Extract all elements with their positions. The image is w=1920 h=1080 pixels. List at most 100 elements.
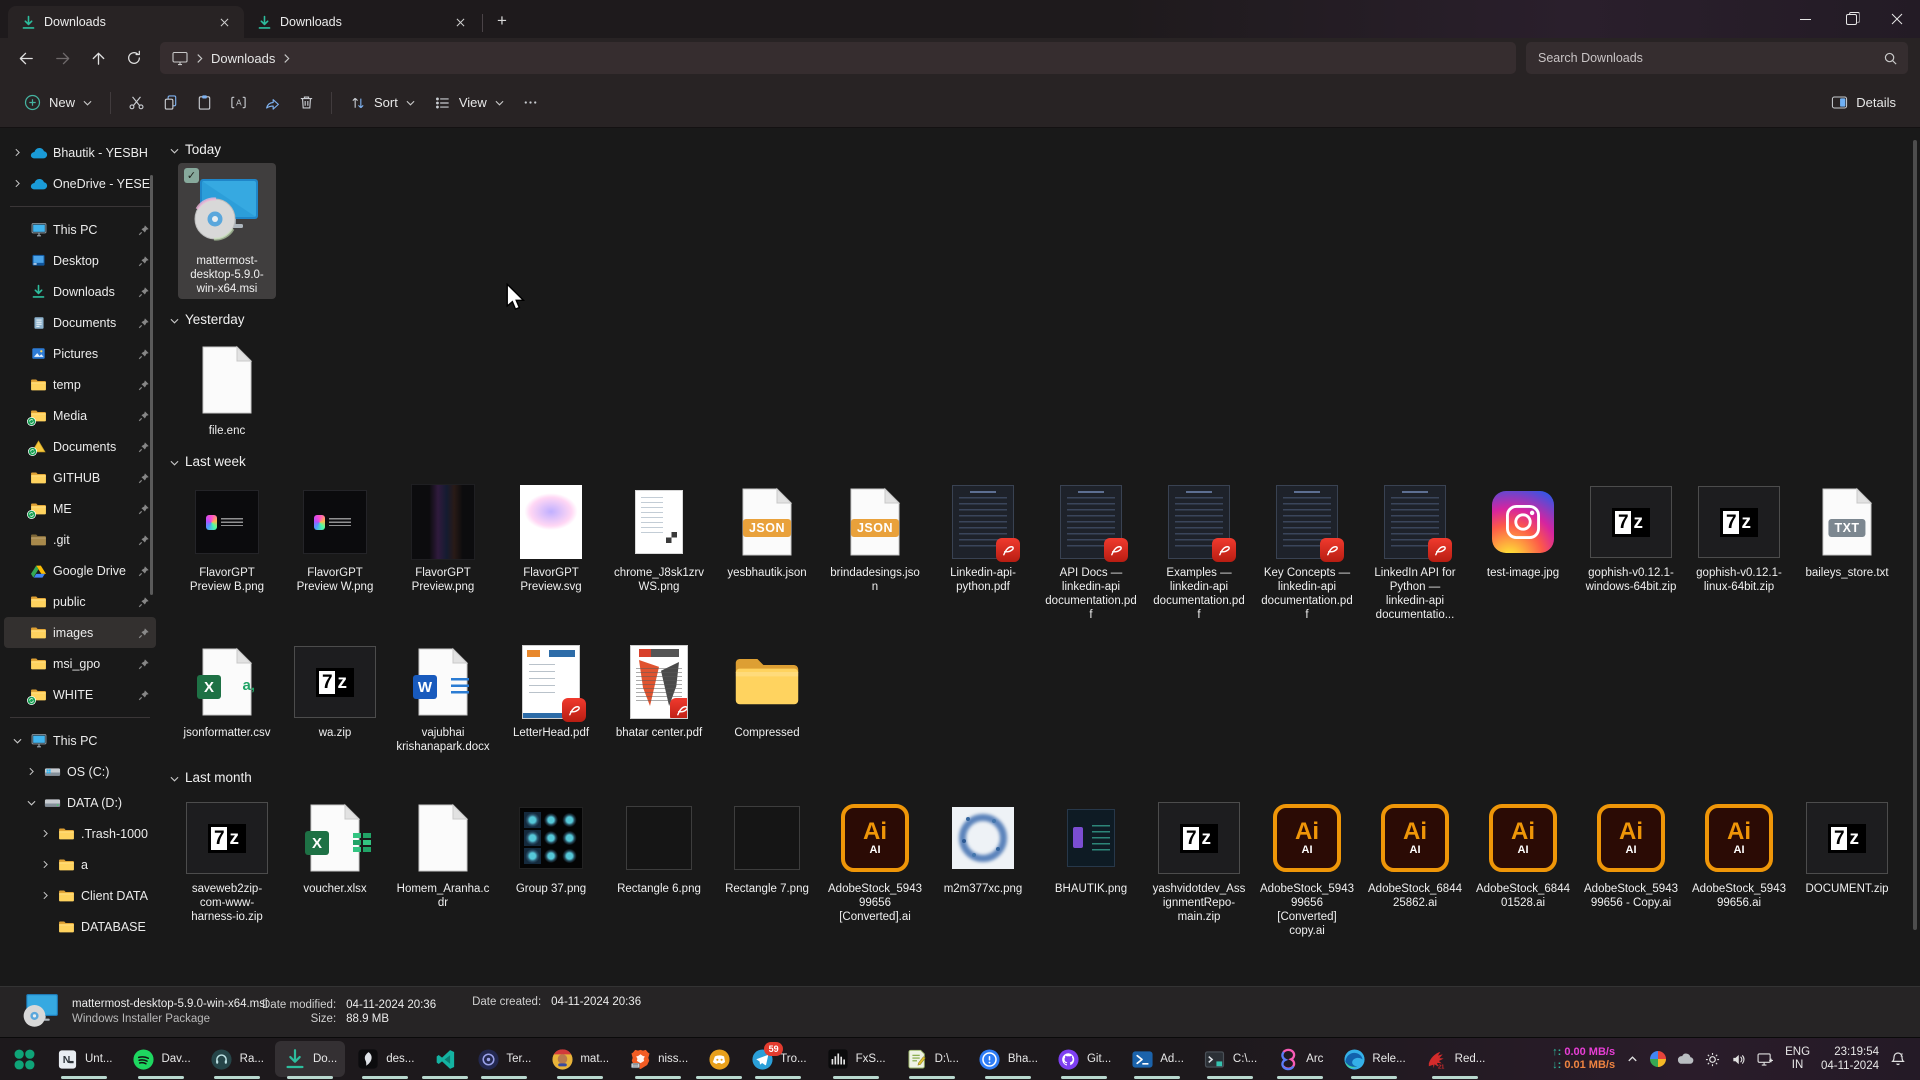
file-tile-saveweb2zip-com-www-harness-io-zip[interactable]: 7z saveweb2zip-com-www-harness-io.zip — [178, 791, 276, 927]
file-tile-file-enc[interactable]: file.enc — [178, 333, 276, 441]
file-tile-key-concepts-linkedin-api-documentation-pdf[interactable]: Key Concepts — linkedin-api documentatio… — [1258, 475, 1356, 625]
taskbar-app-terminal-app[interactable]: Ter... — [468, 1041, 539, 1077]
file-tile-mattermost-desktop-5-9-0-win-x64-msi[interactable]: ✓ mattermost-desktop-5.9.0-win-x64.msi — [178, 163, 276, 299]
copy-button[interactable] — [153, 87, 187, 119]
rename-button[interactable]: A — [221, 87, 255, 119]
taskbar-app-downloads-folder[interactable]: Do... — [275, 1041, 345, 1077]
chevron-right-icon[interactable] — [24, 767, 38, 776]
close-tab-icon[interactable] — [450, 12, 470, 32]
chevron-down-icon[interactable] — [24, 800, 38, 806]
breadcrumb[interactable]: Downloads — [211, 51, 275, 66]
file-tile-yesbhautik-json[interactable]: JSON yesbhautik.json — [718, 475, 816, 583]
file-tile-flavorgpt-preview-svg[interactable]: FlavorGPT Preview.svg — [502, 475, 600, 597]
taskbar-app-notepad-plus[interactable]: D:\... — [897, 1041, 967, 1077]
delete-button[interactable] — [289, 87, 323, 119]
taskbar-app-info-app[interactable]: Bha... — [970, 1041, 1046, 1077]
file-tile-linkedin-api-for-python-linkedin-api-documentatio[interactable]: LinkedIn API for Python — linkedin-api d… — [1366, 475, 1464, 625]
taskbar-app-notepad[interactable]: N Unt... — [47, 1041, 120, 1077]
up-button[interactable] — [80, 42, 116, 74]
sidebar-item-trash-1000[interactable]: .Trash-1000 — [4, 818, 156, 849]
sidebar-item-public[interactable]: public — [4, 586, 156, 617]
sidebar-item-msi-gpo[interactable]: msi_gpo — [4, 648, 156, 679]
back-button[interactable] — [8, 42, 44, 74]
cut-button[interactable] — [119, 87, 153, 119]
chevron-right-icon[interactable] — [10, 148, 24, 157]
share-button[interactable] — [255, 87, 289, 119]
sidebar-item-onedrive-yese[interactable]: OneDrive - YESE — [4, 168, 156, 199]
sidebar-item-pictures[interactable]: Pictures — [4, 338, 156, 369]
file-tile-linkedin-api-python-pdf[interactable]: Linkedin-api-python.pdf — [934, 475, 1032, 597]
taskbar-app-cmd[interactable]: C:\... — [1195, 1041, 1265, 1077]
sidebar-item-white[interactable]: WHITE — [4, 679, 156, 710]
network-display-icon[interactable] — [1757, 1053, 1774, 1066]
sidebar-item-git[interactable]: .git — [4, 524, 156, 555]
sidebar-item-downloads[interactable]: Downloads — [4, 276, 156, 307]
file-tile-m2m377xc-png[interactable]: m2m377xc.png — [934, 791, 1032, 899]
section-header[interactable]: Last month — [170, 767, 1920, 787]
content-scrollbar[interactable] — [1913, 140, 1917, 930]
file-tile-api-docs-linkedin-api-documentation-pdf[interactable]: API Docs — linkedin-api documentation.pd… — [1042, 475, 1140, 625]
tab-downloads-active[interactable]: Downloads — [8, 6, 244, 38]
file-tile-homem-aranha-cdr[interactable]: Homem_Aranha.cdr — [394, 791, 492, 913]
section-header[interactable]: Today — [170, 139, 1920, 159]
file-tile-document-zip[interactable]: 7z DOCUMENT.zip — [1798, 791, 1896, 899]
file-tile-adobestock-594399656-ai[interactable]: AiAI AdobeStock_594399656.ai — [1690, 791, 1788, 913]
forward-button[interactable] — [44, 42, 80, 74]
file-tile-flavorgpt-preview-b-png[interactable]: FlavorGPT Preview B.png — [178, 475, 276, 597]
sidebar-item-github[interactable]: GITHUB — [4, 462, 156, 493]
file-tile-rectangle-6-png[interactable]: Rectangle 6.png — [610, 791, 708, 899]
restore-button[interactable] — [1828, 0, 1874, 38]
taskbar-app-vscode[interactable] — [425, 1041, 465, 1077]
notification-bell-icon[interactable]: z — [1890, 1051, 1906, 1067]
file-tile-voucher-xlsx[interactable]: X voucher.xlsx — [286, 791, 384, 899]
taskbar-app-audio-app[interactable]: Ra... — [202, 1041, 272, 1077]
chevron-down-icon[interactable] — [10, 738, 24, 744]
sidebar-item-data-d[interactable]: DATA (D:) — [4, 787, 156, 818]
file-tile-gophish-v0-12-1-linux-64bit-zip[interactable]: 7z gophish-v0.12.1-linux-64bit.zip — [1690, 475, 1788, 597]
taskbar-app-redragon[interactable]: 21 Red... — [1417, 1041, 1494, 1077]
tab-downloads-inactive[interactable]: Downloads — [244, 6, 480, 38]
paste-button[interactable] — [187, 87, 221, 119]
taskbar-app-github-desktop[interactable]: Git... — [1049, 1041, 1119, 1077]
file-tile-rectangle-7-png[interactable]: Rectangle 7.png — [718, 791, 816, 899]
file-tile-vajubhai-krishanapark-docx[interactable]: W vajubhai krishanapark.docx — [394, 635, 492, 757]
file-tile-chrome-j8sk1zrvws-png[interactable]: chrome_J8sk1zrvWS.png — [610, 475, 708, 597]
search-input[interactable] — [1536, 50, 1883, 66]
taskbar-app-telegram[interactable]: Tro... 59 — [742, 1041, 814, 1077]
sidebar-item-this-pc[interactable]: This PC — [4, 725, 156, 756]
sidebar-item-client-data[interactable]: Client DATA — [4, 880, 156, 911]
sidebar-item-images[interactable]: images — [4, 617, 156, 648]
file-tile-flavorgpt-preview-w-png[interactable]: FlavorGPT Preview W.png — [286, 475, 384, 597]
more-options-button[interactable] — [514, 87, 548, 119]
chevron-right-icon[interactable] — [38, 860, 52, 869]
file-tile-brindadesings-json[interactable]: JSON brindadesings.json — [826, 475, 924, 597]
file-tile-adobestock-684401528-ai[interactable]: AiAI AdobeStock_684401528.ai — [1474, 791, 1572, 913]
taskbar-app-powershell[interactable]: Ad... — [1122, 1041, 1192, 1077]
refresh-button[interactable] — [116, 42, 152, 74]
taskbar-app-mattermost[interactable]: mat... — [542, 1041, 617, 1077]
file-tile-bhautik-png[interactable]: BHAUTIK.png — [1042, 791, 1140, 899]
file-tile-adobestock-594399656-converted-copy-ai[interactable]: AiAI AdobeStock_594399656 [Converted] co… — [1258, 791, 1356, 941]
sidebar-item-desktop[interactable]: Desktop — [4, 245, 156, 276]
sidebar-item-a[interactable]: a — [4, 849, 156, 880]
clock[interactable]: 23:19:54 04-11-2024 — [1821, 1045, 1879, 1073]
file-tile-gophish-v0-12-1-windows-64bit-zip[interactable]: 7z gophish-v0.12.1-windows-64bit.zip — [1582, 475, 1680, 597]
sidebar-item-temp[interactable]: temp — [4, 369, 156, 400]
new-button[interactable]: New — [14, 87, 102, 118]
file-tile-wa-zip[interactable]: 7z wa.zip — [286, 635, 384, 743]
sidebar-scrollbar[interactable] — [150, 175, 153, 595]
file-tile-adobestock-594399656-copy-ai[interactable]: AiAI AdobeStock_594399656 - Copy.ai — [1582, 791, 1680, 913]
sidebar-item-database[interactable]: DATABASE — [4, 911, 156, 942]
section-header[interactable]: Last week — [170, 451, 1920, 471]
taskbar-app-discord[interactable] — [699, 1041, 739, 1077]
close-button[interactable] — [1874, 0, 1920, 38]
close-tab-icon[interactable] — [214, 12, 234, 32]
file-tile-yashvidotdev-assignmentrepo-main-zip[interactable]: 7z yashvidotdev_AssignmentRepo-main.zip — [1150, 791, 1248, 927]
taskbar-app-design-app[interactable]: des... — [348, 1041, 422, 1077]
view-button[interactable]: View — [425, 88, 514, 118]
color-app-icon[interactable] — [1650, 1051, 1666, 1067]
sidebar-item-google-drive[interactable]: Google Drive — [4, 555, 156, 586]
file-tile-test-image-jpg[interactable]: test-image.jpg — [1474, 475, 1572, 583]
chevron-right-icon[interactable] — [10, 179, 24, 188]
chevron-right-icon[interactable] — [38, 829, 52, 838]
